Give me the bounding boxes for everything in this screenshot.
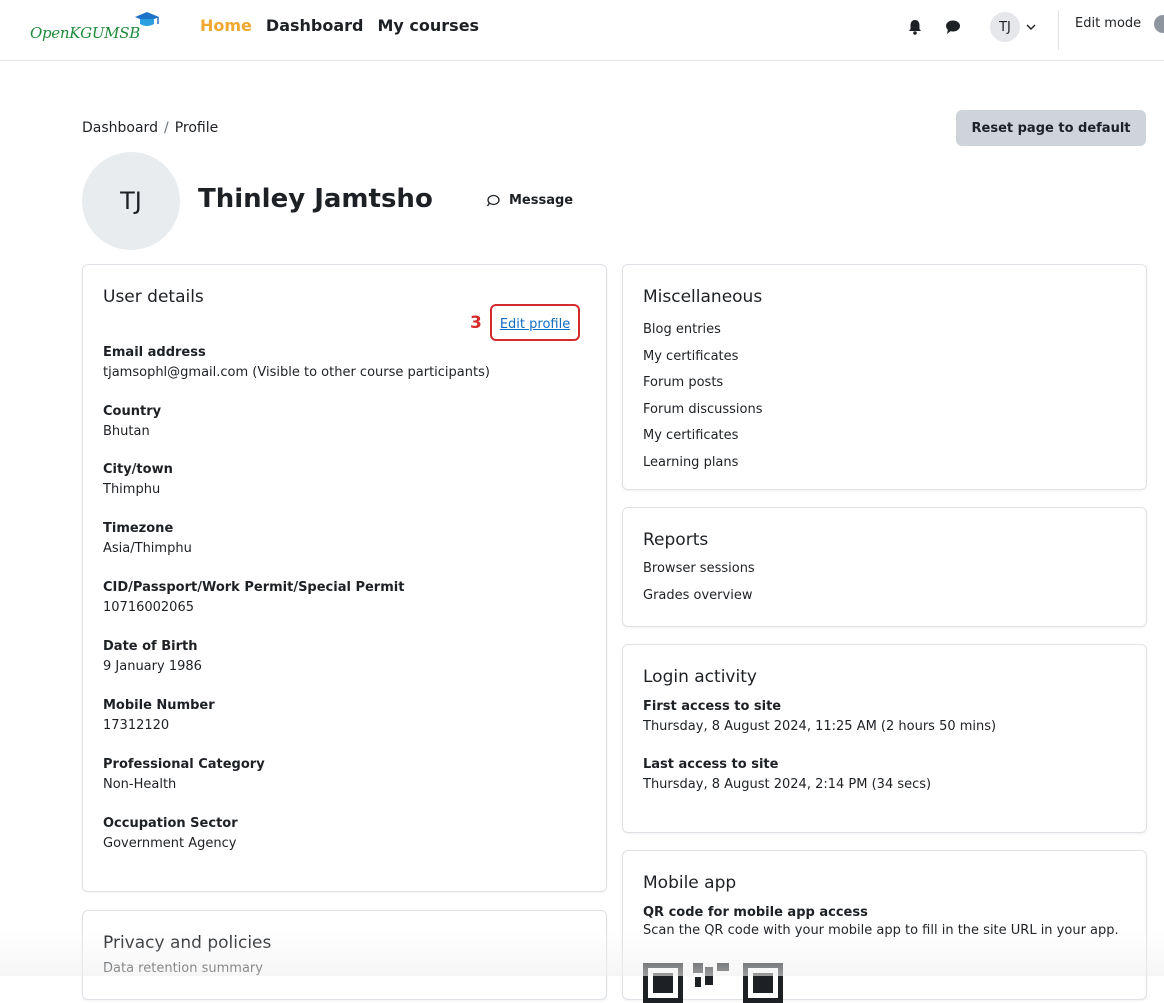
field-label: Email address [103,345,206,360]
breadcrumb-profile: Profile [174,120,219,136]
misc-link-blog-entries[interactable]: Blog entries [643,317,1126,344]
field-dob: Date of Birth 9 January 1986 [103,637,202,677]
misc-link-my-certificates-2[interactable]: My certificates [643,423,1126,450]
field-label: Date of Birth [103,639,198,654]
field-value: tjamsophl@gmail.com (Visible to other co… [103,365,490,380]
top-navbar: OpenKGUMSB Home Dashboard My courses TJ … [0,0,1164,61]
profile-avatar: TJ [82,152,180,250]
breadcrumb-separator: / [163,120,169,136]
first-access-label: First access to site [643,699,782,714]
field-email: Email address tjamsophl@gmail.com (Visib… [103,343,490,383]
qr-label: QR code for mobile app access [643,905,868,920]
login-activity-card: Login activity First access to site Thur… [622,644,1147,833]
miscellaneous-list: Blog entries My certificates Forum posts… [643,317,1126,476]
field-value: Asia/Thimphu [103,541,192,556]
bell-icon[interactable] [906,18,924,36]
login-activity-title: Login activity [643,667,757,687]
breadcrumb-dashboard[interactable]: Dashboard [82,120,158,136]
edit-mode-toggle[interactable] [1154,15,1164,33]
field-label: Professional Category [103,757,265,772]
step-marker: 3 [470,312,482,333]
navbar-divider [1058,10,1059,50]
logo-text: OpenKGUMSB [30,24,140,42]
edit-mode-label: Edit mode [1075,16,1142,31]
qr-instructions: Scan the QR code with your mobile app to… [643,923,1119,938]
privacy-card: Privacy and policies Data retention summ… [82,910,607,1000]
privacy-title: Privacy and policies [103,933,272,953]
mobile-app-title: Mobile app [643,873,737,893]
field-occupation-sector: Occupation Sector Government Agency [103,814,238,854]
misc-link-my-certificates[interactable]: My certificates [643,344,1126,371]
field-value: Bhutan [103,424,150,439]
first-access-block: First access to site Thursday, 8 August … [643,697,1126,737]
nav-home[interactable]: Home [200,16,252,35]
report-link-browser-sessions[interactable]: Browser sessions [643,556,1126,583]
field-mobile: Mobile Number 17312120 [103,696,215,736]
first-access-value: Thursday, 8 August 2024, 11:25 AM (2 hou… [643,719,997,734]
primary-navigation: Home Dashboard My courses [200,16,479,35]
privacy-link-data-retention[interactable]: Data retention summary [103,961,586,976]
field-timezone: Timezone Asia/Thimphu [103,519,192,559]
qr-code-image [643,963,783,1003]
edit-profile-callout: 3 Edit profile [470,304,581,341]
last-access-value: Thursday, 8 August 2024, 2:14 PM (34 sec… [643,777,932,792]
reports-card: Reports Browser sessions Grades overview [622,507,1147,627]
graduation-cap-icon [135,12,159,26]
user-menu-toggle[interactable]: TJ [990,12,1036,42]
site-logo[interactable]: OpenKGUMSB [30,12,170,50]
field-label: Country [103,404,162,419]
qr-info-block: QR code for mobile app access Scan the Q… [643,903,1126,940]
reports-list: Browser sessions Grades overview [643,556,1126,609]
field-value: 9 January 1986 [103,659,202,674]
last-access-block: Last access to site Thursday, 8 August 2… [643,755,1126,795]
misc-link-forum-posts[interactable]: Forum posts [643,370,1126,397]
field-city: City/town Thimphu [103,460,173,500]
edit-profile-highlight: Edit profile [489,304,581,341]
field-label: Mobile Number [103,698,215,713]
breadcrumb: Dashboard / Profile [82,120,218,136]
nav-dashboard[interactable]: Dashboard [266,16,364,35]
user-avatar: TJ [990,12,1020,42]
field-value: Non-Health [103,777,177,792]
field-label: CID/Passport/Work Permit/Special Permit [103,580,405,595]
field-label: City/town [103,462,173,477]
profile-name: Thinley Jamtsho [198,184,433,214]
field-value: Government Agency [103,836,237,851]
field-professional-category: Professional Category Non-Health [103,755,265,795]
miscellaneous-title: Miscellaneous [643,287,763,307]
nav-my-courses[interactable]: My courses [377,16,479,35]
field-value: Thimphu [103,482,161,497]
last-access-label: Last access to site [643,757,779,772]
field-value: 10716002065 [103,600,194,615]
field-label: Occupation Sector [103,816,238,831]
field-country: Country Bhutan [103,402,161,442]
field-label: Timezone [103,521,174,536]
edit-profile-link[interactable]: Edit profile [500,317,570,332]
reset-page-button[interactable]: Reset page to default [956,110,1146,146]
field-cid: CID/Passport/Work Permit/Special Permit … [103,578,404,618]
misc-link-learning-plans[interactable]: Learning plans [643,450,1126,477]
message-button[interactable]: Message [486,193,573,208]
reports-title: Reports [643,530,709,550]
miscellaneous-card: Miscellaneous Blog entries My certificat… [622,264,1147,490]
mobile-app-card: Mobile app QR code for mobile app access… [622,850,1147,1003]
misc-link-forum-discussions[interactable]: Forum discussions [643,397,1126,424]
report-link-grades-overview[interactable]: Grades overview [643,583,1126,610]
message-label: Message [509,193,574,208]
chat-icon[interactable] [944,18,962,36]
speech-bubble-icon [486,194,500,207]
field-value: 17312120 [103,718,170,733]
chevron-down-icon [1026,24,1036,30]
user-details-card: User details 3 Edit profile Email addres… [82,264,607,892]
